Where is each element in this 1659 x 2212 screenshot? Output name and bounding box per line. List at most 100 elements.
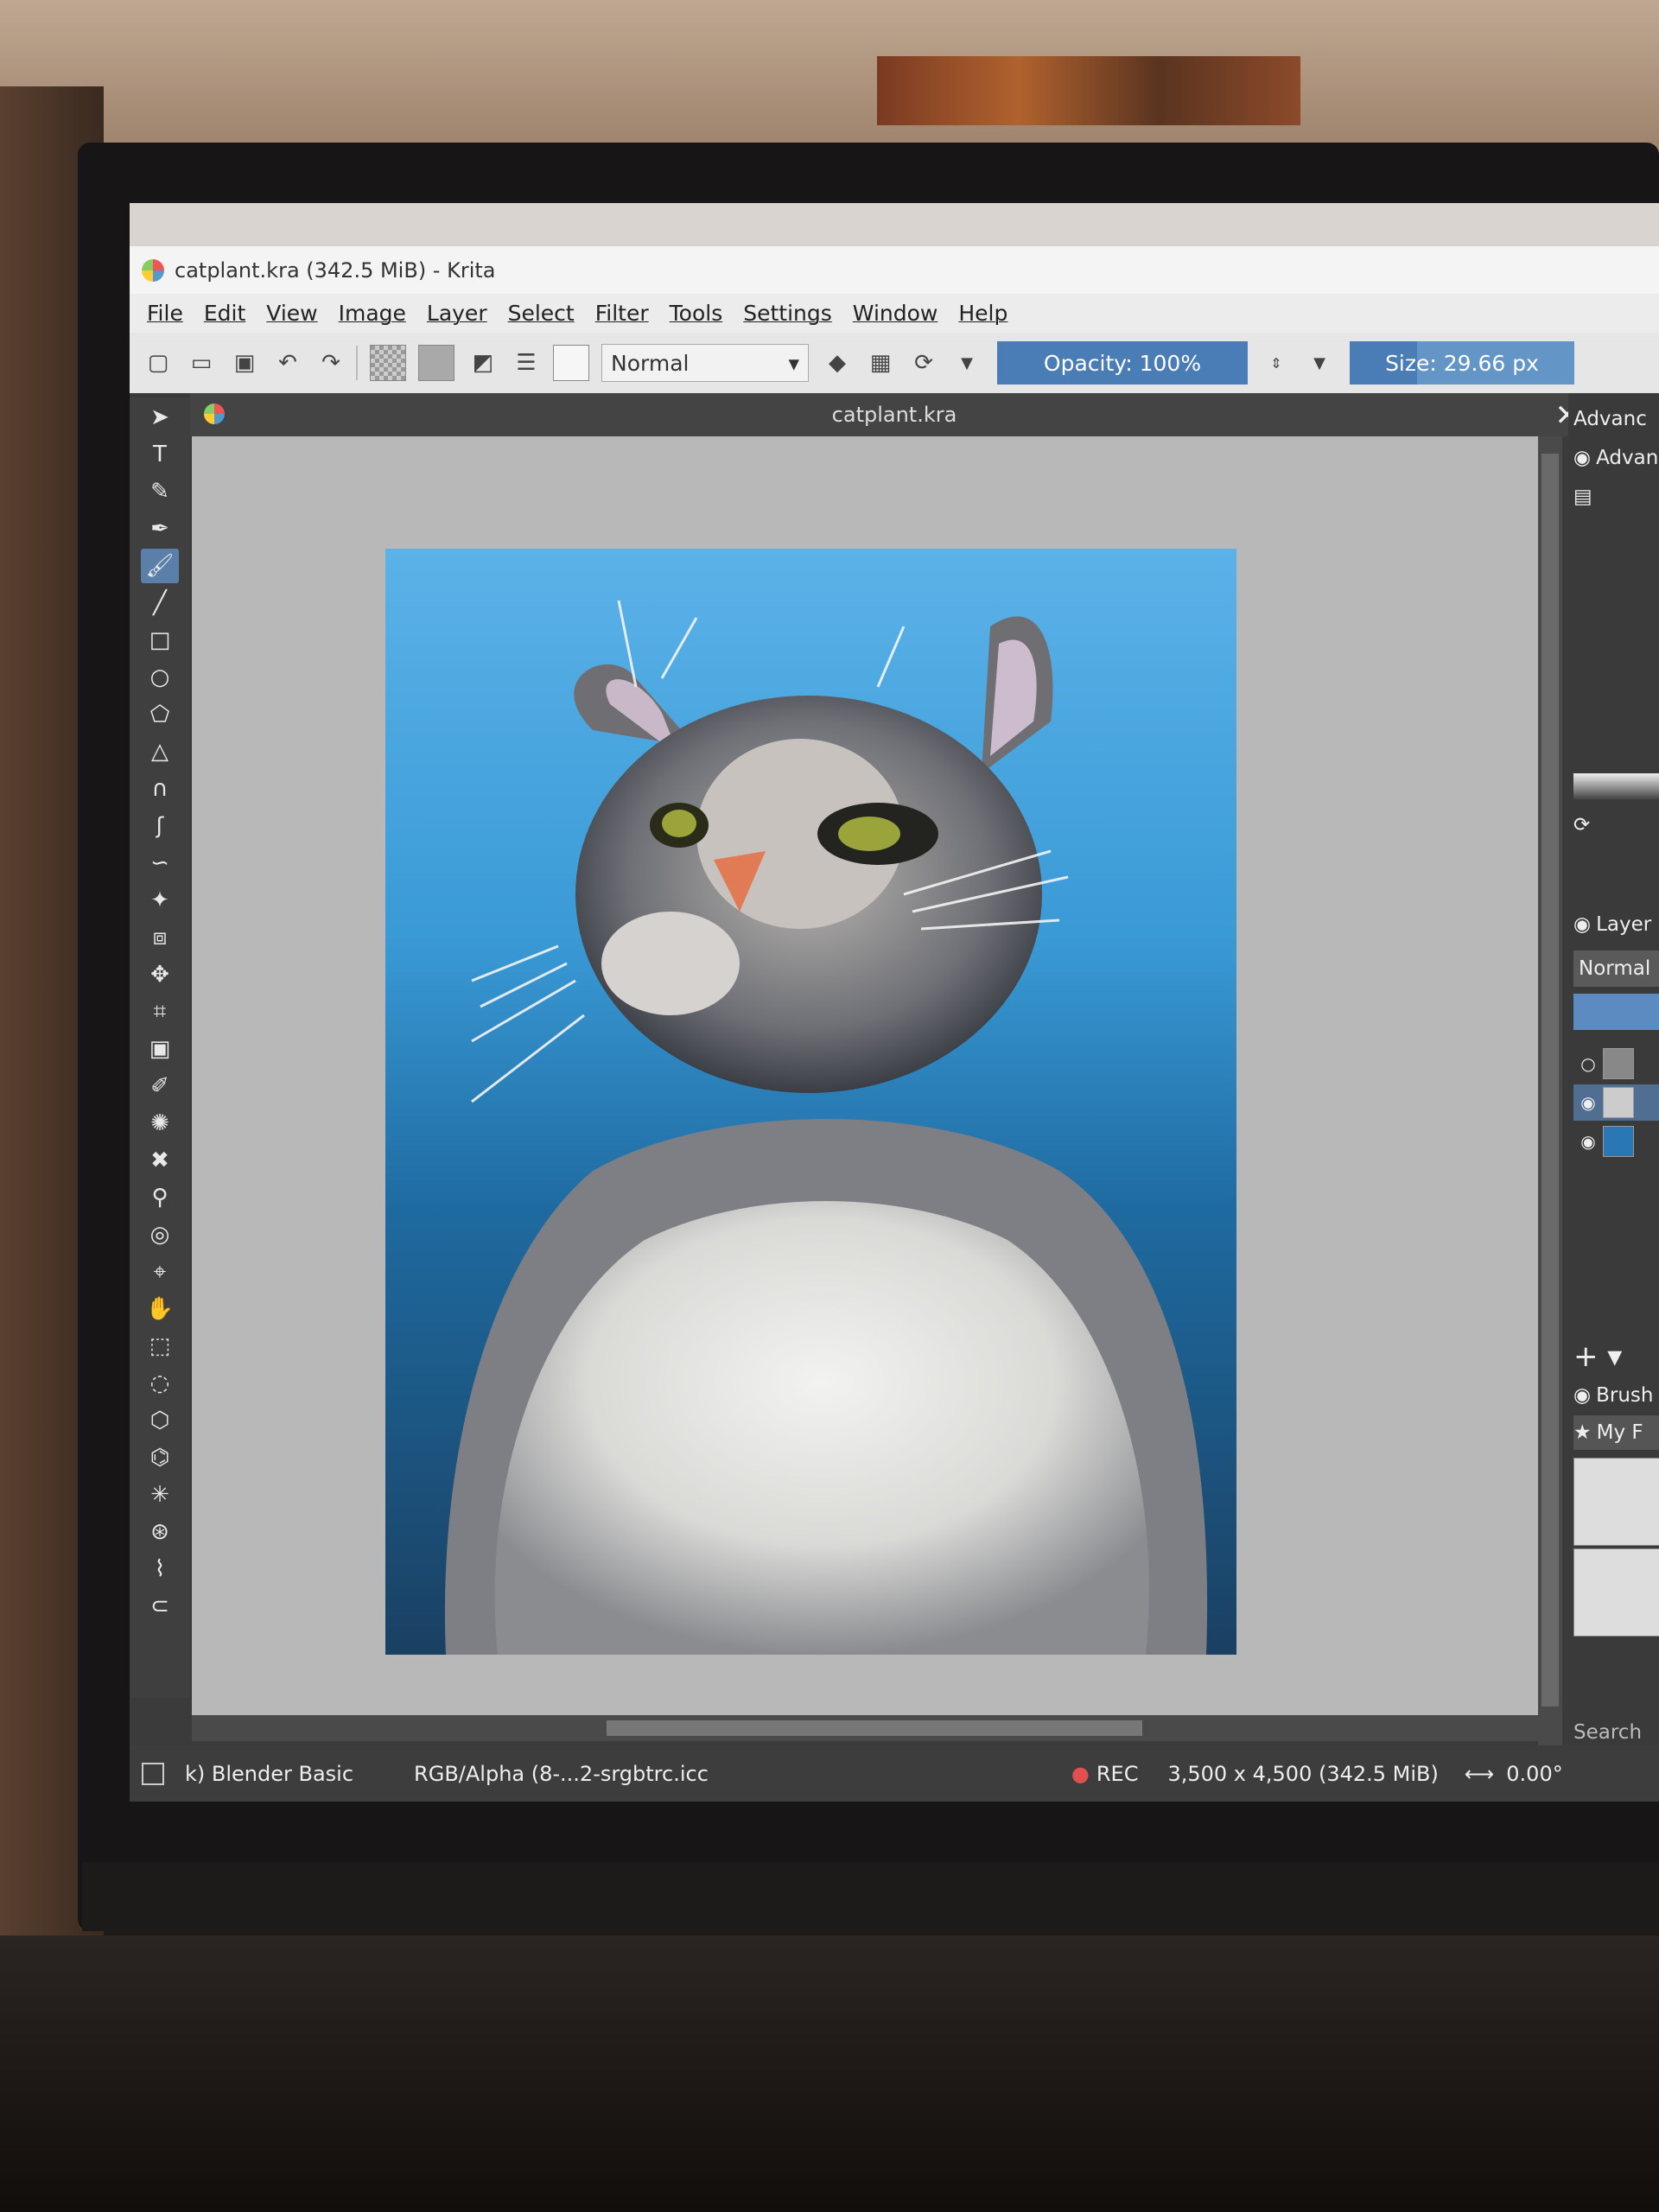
rotation-icon[interactable]: ⟷ bbox=[1465, 1762, 1494, 1786]
chevron-down-icon[interactable]: ▼ bbox=[952, 348, 982, 378]
layer-row[interactable]: ○ bbox=[1573, 1046, 1659, 1082]
magnetic-select-icon[interactable]: ⊂ bbox=[141, 1589, 179, 1624]
multibrush-icon[interactable]: ✦ bbox=[141, 883, 179, 918]
similar-select-icon[interactable]: ⊛ bbox=[141, 1515, 179, 1549]
status-rotation[interactable]: 0.00° bbox=[1506, 1762, 1562, 1786]
contiguous-select-icon[interactable]: ✳ bbox=[141, 1478, 179, 1512]
lock-icon[interactable]: ◉ bbox=[1573, 447, 1591, 469]
eye-icon[interactable]: ◉ bbox=[1573, 1131, 1603, 1152]
lock-icon[interactable]: ◉ bbox=[1573, 913, 1591, 936]
bezier-select-icon[interactable]: ⌇ bbox=[141, 1552, 179, 1586]
advanced-color-tab[interactable]: Advanc bbox=[1573, 402, 1659, 436]
brush-preset-paint[interactable] bbox=[1573, 1548, 1659, 1637]
horizontal-scrollbar[interactable] bbox=[192, 1715, 1562, 1741]
chevron-down-icon[interactable]: ▼ bbox=[1305, 348, 1334, 378]
size-label: Size: 29.66 px bbox=[1385, 350, 1539, 376]
menu-image[interactable]: Image bbox=[339, 301, 406, 326]
layer-row[interactable]: ◉ bbox=[1573, 1123, 1659, 1160]
brush-tip-icon[interactable] bbox=[553, 345, 589, 381]
reload-icon[interactable]: ⟳ bbox=[1573, 808, 1659, 842]
eraser-icon[interactable]: ◆ bbox=[823, 348, 852, 378]
save-icon[interactable]: ▣ bbox=[230, 348, 259, 378]
ellipse-tool-icon[interactable]: ○ bbox=[141, 660, 179, 695]
polygon-select-icon[interactable]: ⬡ bbox=[141, 1403, 179, 1438]
opacity-slider[interactable]: Opacity: 100% bbox=[997, 341, 1248, 385]
brush-preset-eraser[interactable] bbox=[1573, 1458, 1659, 1546]
assistant-tool-icon[interactable]: ⚲ bbox=[141, 1180, 179, 1215]
alpha-lock-icon[interactable]: ▦ bbox=[866, 348, 895, 378]
eye-icon[interactable]: ◉ bbox=[1573, 1092, 1603, 1113]
search-field[interactable]: Search bbox=[1573, 1715, 1659, 1750]
edit-shapes-icon[interactable]: ✎ bbox=[141, 474, 179, 509]
swap-colors-icon[interactable]: ◩ bbox=[468, 348, 498, 378]
brush-tag-filter[interactable]: ★ My F bbox=[1573, 1415, 1659, 1450]
layers-header-label: Layer bbox=[1596, 913, 1652, 936]
list-view-icon[interactable]: ▤ bbox=[1573, 480, 1659, 514]
reload-icon[interactable]: ⟳ bbox=[909, 348, 938, 378]
size-slider[interactable]: Size: 29.66 px bbox=[1350, 341, 1574, 385]
polyline-tool-icon[interactable]: △ bbox=[141, 734, 179, 769]
brush-preset-icon[interactable] bbox=[142, 1762, 164, 1785]
move-tool-icon[interactable]: ✥ bbox=[141, 957, 179, 992]
select-shapes-icon[interactable]: ➤ bbox=[141, 400, 179, 435]
status-rec[interactable]: REC bbox=[1096, 1762, 1139, 1786]
layer-properties-bar[interactable] bbox=[1573, 994, 1659, 1030]
brush-presets-icon[interactable]: ☰ bbox=[512, 348, 541, 378]
undo-icon[interactable]: ↶ bbox=[273, 348, 302, 378]
rectangle-tool-icon[interactable]: □ bbox=[141, 623, 179, 658]
document-tab-title: catplant.kra bbox=[831, 403, 957, 427]
gradient-swatch-icon[interactable] bbox=[418, 345, 454, 381]
rect-select-icon[interactable]: ⬚ bbox=[141, 1329, 179, 1363]
smart-patch-icon[interactable]: ✺ bbox=[141, 1106, 179, 1141]
menu-filter[interactable]: Filter bbox=[595, 301, 649, 326]
menu-tools[interactable]: Tools bbox=[670, 301, 723, 326]
color-picker-icon[interactable]: ✐ bbox=[141, 1069, 179, 1103]
lock-icon[interactable]: ◉ bbox=[1573, 1384, 1591, 1407]
gradient-tool-icon[interactable]: ▣ bbox=[141, 1032, 179, 1066]
layer-row[interactable]: ◉ bbox=[1573, 1084, 1659, 1121]
freehand-brush-icon[interactable]: 🖌 bbox=[141, 549, 179, 583]
polygon-tool-icon[interactable]: ⬠ bbox=[141, 697, 179, 732]
blend-mode-select[interactable]: Normal ▾ bbox=[601, 344, 809, 382]
dynamic-brush-icon[interactable]: ∽ bbox=[141, 846, 179, 880]
freehand-path-icon[interactable]: ʃ bbox=[141, 809, 179, 843]
vertical-scroll-thumb[interactable] bbox=[1541, 454, 1559, 1707]
redo-icon[interactable]: ↷ bbox=[316, 348, 346, 378]
transform-tool-icon[interactable]: ⧈ bbox=[141, 920, 179, 955]
crop-tool-icon[interactable]: ⌗ bbox=[141, 995, 179, 1029]
spin-arrows-icon[interactable]: ⇕ bbox=[1262, 348, 1291, 378]
menu-file[interactable]: File bbox=[147, 301, 183, 326]
horizontal-scroll-thumb[interactable] bbox=[607, 1720, 1142, 1736]
text-tool-icon[interactable]: T bbox=[141, 437, 179, 472]
layer-thumbnail bbox=[1603, 1126, 1634, 1157]
menu-select[interactable]: Select bbox=[508, 301, 575, 326]
document-tab[interactable]: catplant.kra ✕ bbox=[190, 393, 1599, 436]
vertical-scrollbar[interactable] bbox=[1538, 436, 1562, 1745]
pattern-swatch-icon[interactable] bbox=[370, 345, 406, 381]
color-slider-strip[interactable] bbox=[1573, 773, 1659, 799]
menu-view[interactable]: View bbox=[266, 301, 317, 326]
menu-help[interactable]: Help bbox=[958, 301, 1007, 326]
status-image-size[interactable]: 3,500 x 4,500 (342.5 MiB) bbox=[1167, 1762, 1438, 1786]
add-layer-icon[interactable]: + ▾ bbox=[1573, 1339, 1659, 1374]
menu-edit[interactable]: Edit bbox=[204, 301, 245, 326]
new-document-icon[interactable]: ▢ bbox=[143, 348, 173, 378]
measure-tool-icon[interactable]: ⌖ bbox=[141, 1255, 179, 1289]
menu-settings[interactable]: Settings bbox=[743, 301, 832, 326]
freehand-select-icon[interactable]: ⌬ bbox=[141, 1440, 179, 1475]
pan-tool-icon[interactable]: ✋ bbox=[141, 1292, 179, 1326]
visibility-off-icon[interactable]: ○ bbox=[1573, 1053, 1603, 1074]
cat-painting[interactable] bbox=[385, 549, 1236, 1655]
window-title: catplant.kra (342.5 MiB) - Krita bbox=[175, 257, 496, 283]
reference-tool-icon[interactable]: ◎ bbox=[141, 1217, 179, 1252]
menu-window[interactable]: Window bbox=[853, 301, 938, 326]
bezier-tool-icon[interactable]: ∩ bbox=[141, 772, 179, 806]
open-document-icon[interactable]: ▭ bbox=[187, 348, 216, 378]
ellipse-select-icon[interactable]: ◌ bbox=[141, 1366, 179, 1401]
menu-layer[interactable]: Layer bbox=[427, 301, 487, 326]
calligraphy-icon[interactable]: ✒ bbox=[141, 512, 179, 546]
line-tool-icon[interactable]: ╱ bbox=[141, 586, 179, 620]
layer-blend-select[interactable]: Normal bbox=[1573, 950, 1659, 987]
brush-presets-header-label: Brush bbox=[1596, 1384, 1654, 1407]
fill-tool-icon[interactable]: ✖ bbox=[141, 1143, 179, 1178]
